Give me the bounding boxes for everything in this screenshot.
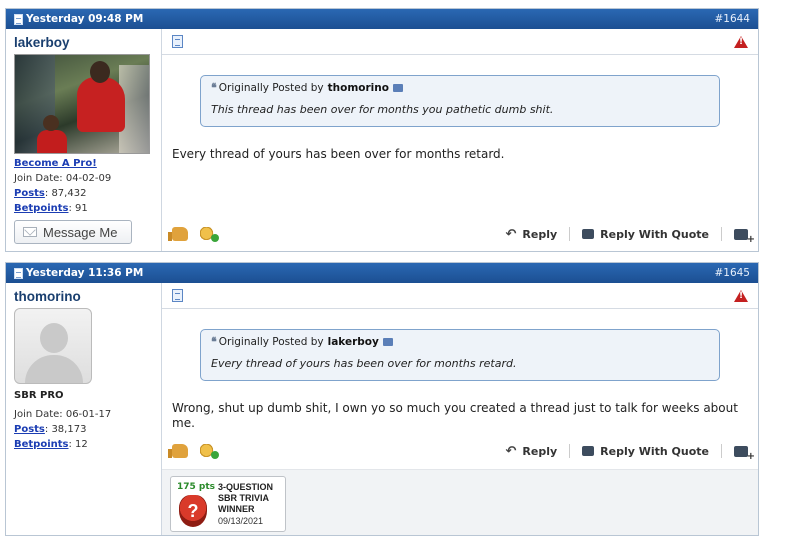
user-info: lakerboy Become A Pro! Join Date: 04-02-… [6,29,162,251]
post-1645: Yesterday 11:36 PM #1645 thomorino SBR P… [5,262,759,536]
quote-prefix: Originally Posted by [218,82,324,94]
document-icon [14,267,23,279]
post-header: Yesterday 09:48 PM #1644 [6,9,758,29]
username-link[interactable]: lakerboy [14,35,153,50]
reply-icon: ↶ [505,226,517,242]
view-post-icon[interactable] [382,338,393,346]
trivia-badge-icon: ? [179,495,207,527]
join-date-label: Join Date: [14,173,63,184]
view-post-icon[interactable] [392,84,403,92]
quote-text: Every thread of yours has been over for … [211,357,517,370]
posts-link[interactable]: Posts [14,188,45,199]
quote-icon [582,229,595,239]
post-date-text: Yesterday 09:48 PM [26,13,144,25]
reply-with-quote-button[interactable]: Reply With Quote [582,445,709,458]
user-rank-link[interactable]: Become A Pro! [14,158,153,169]
thumbs-up-icon[interactable] [168,444,188,458]
awards-bar: 175 pts ? 3-QUESTION SBR TRIVIA WINNER 0… [162,469,758,535]
divider [569,227,571,241]
quote-header: ❛❛ Originally Posted by lakerboy [211,335,709,349]
post-message: Wrong, shut up dumb shit, I own yo so mu… [172,401,738,430]
quote-icon [582,446,595,456]
multi-quote-icon[interactable] [734,445,755,462]
quote-author: lakerboy [327,336,379,348]
post-1644: Yesterday 09:48 PM #1644 lakerboy Become… [5,8,759,252]
betpoints-link[interactable]: Betpoints [14,439,69,450]
post-content: ❛❛ Originally Posted by thomorino This t… [162,29,758,251]
report-post-icon[interactable] [734,35,748,48]
quote-icon: ❛❛ [211,81,217,95]
posts-value: : 38,173 [44,424,87,435]
post-icons-bar [162,29,758,55]
join-date-value: 04-02-09 [65,173,112,184]
reward-icon[interactable] [200,227,219,242]
betpoints: Betpoints: 91 [14,203,153,214]
join-date-value: 06-01-17 [65,409,112,420]
post-date: Yesterday 11:36 PM [14,267,143,279]
quote-icon: ❛❛ [211,335,217,349]
post-actions: ↶ Reply Reply With Quote [162,220,758,248]
reply-icon: ↶ [505,443,517,459]
post-count: Posts: 38,173 [14,424,153,435]
post-header: Yesterday 11:36 PM #1645 [6,263,758,283]
post-icons-bar [162,283,758,309]
posts-value: : 87,432 [44,188,87,199]
divider [721,227,722,241]
avatar[interactable] [14,308,92,384]
betpoints-value: : 12 [68,439,88,450]
post-date-text: Yesterday 11:36 PM [26,267,144,279]
quote-prefix: Originally Posted by [218,336,324,348]
document-icon [172,35,183,48]
report-post-icon[interactable] [734,289,748,302]
reply-label: Reply [522,444,558,458]
reply-button[interactable]: ↶ Reply [505,444,557,459]
post-count: Posts: 87,432 [14,188,153,199]
award-badge[interactable]: 175 pts ? 3-QUESTION SBR TRIVIA WINNER 0… [170,476,286,532]
post-content: ❛❛ Originally Posted by lakerboy Every t… [162,283,758,535]
thumbs-up-icon[interactable] [168,227,188,241]
reward-icon[interactable] [200,444,219,459]
username-link[interactable]: thomorino [14,289,153,304]
user-rank: SBR PRO [14,390,64,401]
post-number-link[interactable]: #1644 [714,13,750,25]
post-actions: ↶ Reply Reply With Quote [162,437,758,465]
reply-with-quote-label: Reply With Quote [600,444,709,458]
quote-block: ❛❛ Originally Posted by thomorino This t… [200,75,720,127]
join-date: Join Date: 06-01-17 [14,409,153,420]
award-title: 3-QUESTION SBR TRIVIA WINNER [218,482,274,514]
post-number-link[interactable]: #1645 [714,267,750,279]
post-date: Yesterday 09:48 PM [14,13,143,25]
posts-link[interactable]: Posts [14,424,45,435]
betpoints-value: : 91 [68,203,88,214]
divider [569,444,571,458]
quote-text: This thread has been over for months you… [211,103,554,116]
document-icon [14,13,23,25]
reply-with-quote-button[interactable]: Reply With Quote [582,228,709,241]
envelope-icon [23,227,37,237]
betpoints-link[interactable]: Betpoints [14,203,69,214]
award-points: 175 pts [177,482,216,492]
divider [721,444,722,458]
reply-with-quote-label: Reply With Quote [600,227,709,241]
join-date: Join Date: 04-02-09 [14,173,153,184]
message-me-label: Message Me [43,224,118,240]
document-icon [172,289,183,302]
reply-label: Reply [522,227,558,241]
post-message: Every thread of yours has been over for … [172,147,505,161]
quote-author: thomorino [327,82,389,94]
user-info: thomorino SBR PRO Join Date: 06-01-17 Po… [6,283,162,535]
reply-button[interactable]: ↶ Reply [505,227,557,242]
quote-header: ❛❛ Originally Posted by thomorino [211,81,709,95]
betpoints: Betpoints: 12 [14,439,153,450]
message-me-button[interactable]: Message Me [14,220,132,244]
join-date-label: Join Date: [14,409,63,420]
multi-quote-icon[interactable] [734,228,755,245]
avatar[interactable] [14,54,150,154]
award-date: 09/13/2021 [218,516,264,526]
quote-block: ❛❛ Originally Posted by lakerboy Every t… [200,329,720,381]
